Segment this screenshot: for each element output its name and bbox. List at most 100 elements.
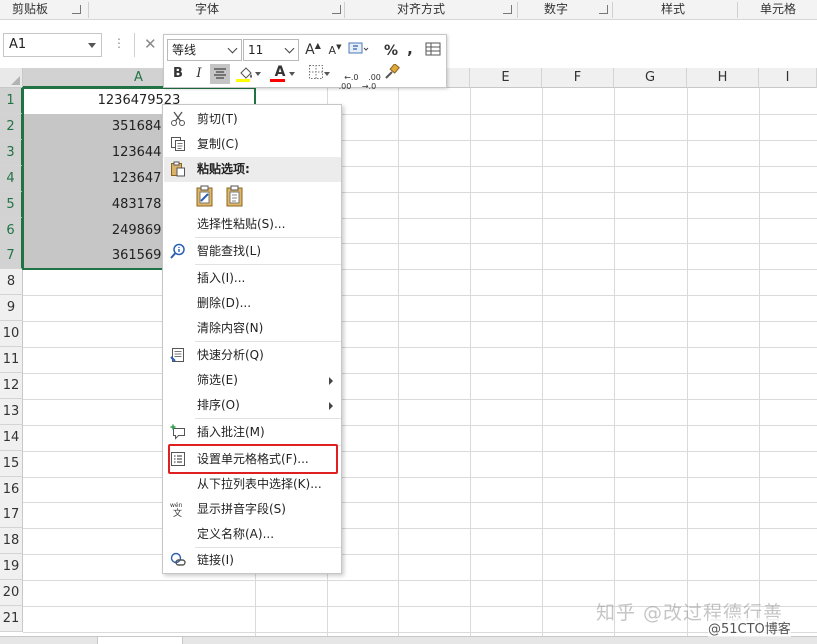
row-header-9[interactable]: 9 xyxy=(0,295,23,321)
paintbrush-icon xyxy=(385,63,400,79)
cancel-icon[interactable]: ✕ xyxy=(134,33,164,57)
column-header-i[interactable]: I xyxy=(759,68,817,88)
row-header-15[interactable]: 15 xyxy=(0,451,23,477)
ribbon-group-label: 剪贴板 xyxy=(12,2,49,16)
menu-item-label: 插入(I)... xyxy=(197,271,246,285)
row-header-19[interactable]: 19 xyxy=(0,554,23,580)
percent-style-button[interactable]: % xyxy=(381,41,401,61)
menu-separator xyxy=(195,264,341,265)
row-header-20[interactable]: 20 xyxy=(0,580,23,606)
borders-icon xyxy=(309,65,323,79)
row-header-18[interactable]: 18 xyxy=(0,528,23,554)
menu-item-clear-contents[interactable]: 清除内容(N) xyxy=(164,316,341,341)
sheet-tab[interactable] xyxy=(97,637,183,644)
menu-item-link[interactable]: 链接(I) xyxy=(164,548,341,573)
row-header-14[interactable]: 14 xyxy=(0,425,23,451)
increase-font-size-button[interactable]: A▲ xyxy=(303,40,323,60)
menu-item-define-name[interactable]: 定义名称(A)... xyxy=(164,522,341,547)
submenu-arrow-icon xyxy=(329,402,333,410)
row-header-8[interactable]: 8 xyxy=(0,269,23,295)
number-format-button[interactable] xyxy=(347,40,371,60)
ribbon-group-number[interactable]: 数字 xyxy=(518,0,612,20)
row-header-7[interactable]: 7 xyxy=(0,243,23,269)
decrease-decimal-button[interactable]: .00 →.0 xyxy=(358,64,381,91)
name-box[interactable]: A1 xyxy=(3,33,102,57)
grid-line xyxy=(23,502,817,503)
chevron-down-icon xyxy=(227,43,238,54)
site-watermark: @51CTO博客 xyxy=(708,618,791,637)
menu-separator xyxy=(195,341,341,342)
align-center-button[interactable] xyxy=(210,64,230,84)
row-header-3[interactable]: 3 xyxy=(0,140,23,166)
row-header-5[interactable]: 5 xyxy=(0,192,23,218)
decrease-font-size-button[interactable]: A▼ xyxy=(325,41,345,61)
row-header-6[interactable]: 6 xyxy=(0,218,23,244)
copy-icon xyxy=(171,137,185,151)
italic-button[interactable]: I xyxy=(189,64,209,84)
dialog-launcher-icon[interactable] xyxy=(503,5,512,14)
column-header-g[interactable]: G xyxy=(614,68,687,88)
menu-item-label: 智能查找(L) xyxy=(197,244,262,258)
menu-item-paste-special[interactable]: 选择性粘贴(S)... xyxy=(164,212,341,237)
dialog-launcher-icon[interactable] xyxy=(332,5,341,14)
increase-decimal-button[interactable]: ←.0 .00 xyxy=(334,64,359,91)
menu-item-cut[interactable]: 剪切(T) xyxy=(164,107,341,132)
ribbon-group-clipboard[interactable]: 剪贴板 xyxy=(0,0,88,20)
row-header-17[interactable]: 17 xyxy=(0,502,23,528)
ribbon-group-font[interactable]: 字体 xyxy=(89,0,344,20)
phonetic-icon: wén 文 xyxy=(170,502,183,517)
menu-item-copy[interactable]: 复制(C) xyxy=(164,132,341,157)
comment-icon xyxy=(170,424,185,440)
borders-button[interactable] xyxy=(303,64,330,84)
link-icon xyxy=(170,552,186,566)
font-name-combo[interactable]: 等线 xyxy=(167,39,242,61)
number-format-icon xyxy=(348,42,369,54)
name-box-value: A1 xyxy=(9,37,27,52)
row-header-12[interactable]: 12 xyxy=(0,373,23,399)
menu-item-insert-comment[interactable]: 插入批注(M) xyxy=(164,420,341,445)
menu-item-delete[interactable]: 删除(D)... xyxy=(164,291,341,316)
row-header-21[interactable]: 21 xyxy=(0,606,23,632)
menu-item-label: 筛选(E) xyxy=(197,373,238,387)
dialog-launcher-icon[interactable] xyxy=(599,5,608,14)
bold-button[interactable]: B xyxy=(168,64,188,84)
column-header-f[interactable]: F xyxy=(542,68,614,88)
select-all-button[interactable] xyxy=(0,68,23,88)
row-header-16[interactable]: 16 xyxy=(0,477,23,503)
menu-item-sort[interactable]: 排序(O) xyxy=(164,393,341,418)
grid-line xyxy=(23,399,817,400)
row-header-13[interactable]: 13 xyxy=(0,399,23,425)
font-size-value: 11 xyxy=(248,43,264,57)
ribbon-group-alignment[interactable]: 对齐方式 xyxy=(345,0,517,20)
align-center-icon xyxy=(214,68,226,79)
menu-item-quick-analysis[interactable]: 快速分析(Q) xyxy=(164,343,341,368)
row-header-2[interactable]: 2 xyxy=(0,114,23,140)
font-color-button[interactable]: A xyxy=(267,64,295,84)
paste-icon[interactable] xyxy=(225,185,245,207)
paste-formatting-icon[interactable] xyxy=(195,185,215,207)
menu-item-label: 排序(O) xyxy=(197,398,240,412)
row-header-4[interactable]: 4 xyxy=(0,166,23,192)
row-header-1[interactable]: 1 xyxy=(0,88,23,114)
format-painter-button[interactable] xyxy=(382,63,402,84)
dialog-launcher-icon[interactable] xyxy=(72,5,81,14)
menu-item-filter[interactable]: 筛选(E) xyxy=(164,368,341,393)
menu-item-pick-from-list[interactable]: 从下拉列表中选择(K)... xyxy=(164,472,341,497)
menu-item-show-phonetic[interactable]: wén 文 显示拼音字段(S) xyxy=(164,497,341,522)
format-painter-grid-button[interactable] xyxy=(423,41,443,61)
font-size-combo[interactable]: 11 xyxy=(243,39,299,61)
column-header-e[interactable]: E xyxy=(470,68,542,88)
comma-style-button[interactable]: , xyxy=(400,39,420,59)
dropdown-arrow-icon[interactable] xyxy=(88,43,96,48)
menu-item-smart-lookup[interactable]: 智能查找(L) xyxy=(164,239,341,264)
row-header-10[interactable]: 10 xyxy=(0,321,23,347)
context-menu: 剪切(T) 复制(C) 粘贴选项: 选择性粘贴(S)... 智能查找(L) 插入… xyxy=(162,104,342,574)
row-header-11[interactable]: 11 xyxy=(0,347,23,373)
menu-item-insert[interactable]: 插入(I)... xyxy=(164,266,341,291)
menu-item-label: 剪切(T) xyxy=(197,112,238,126)
column-header-h[interactable]: H xyxy=(687,68,759,88)
grid-line xyxy=(23,295,817,296)
menu-item-label: 复制(C) xyxy=(197,137,239,151)
fill-color-button[interactable] xyxy=(233,64,261,84)
ribbon-group-styles: 样式 xyxy=(613,0,737,20)
